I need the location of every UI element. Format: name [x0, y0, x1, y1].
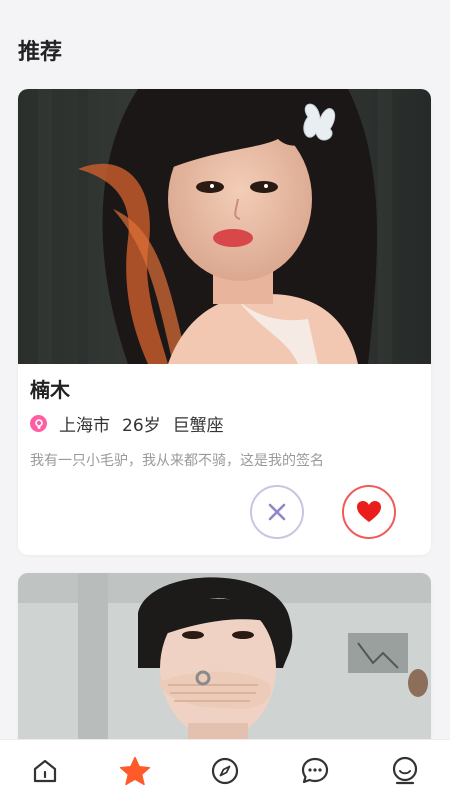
profile-card[interactable]: 楠木 上海市 26岁 巨蟹座 我有一只小毛驴，我从来都不骑，这是我的签名 [18, 89, 431, 555]
close-icon [268, 503, 286, 521]
heart-icon [357, 501, 381, 522]
profile-age: 26岁 [122, 416, 161, 436]
tab-discover[interactable] [195, 746, 255, 796]
tab-recommend[interactable] [105, 746, 165, 796]
star-icon [119, 756, 151, 785]
like-button[interactable] [342, 485, 396, 539]
profile-name: 楠木 [30, 378, 70, 402]
tab-home[interactable] [15, 746, 75, 796]
compass-icon [211, 757, 239, 784]
dislike-button[interactable] [250, 485, 304, 539]
profile-zodiac: 巨蟹座 [172, 416, 224, 436]
profile-photo[interactable] [18, 89, 431, 364]
portrait-woman-image [18, 89, 431, 364]
bottom-tab-bar [0, 739, 450, 800]
profile-signature: 我有一只小毛驴，我从来都不骑，这是我的签名 [30, 453, 324, 469]
home-icon [33, 759, 57, 782]
female-icon [30, 415, 47, 432]
profile-icon [392, 756, 418, 784]
card-actions [250, 485, 396, 539]
chat-icon [301, 757, 329, 783]
profile-city: 上海市 [59, 416, 110, 436]
tab-messages[interactable] [285, 746, 345, 796]
profile-meta: 上海市 26岁 巨蟹座 [30, 411, 419, 436]
tab-profile[interactable] [375, 746, 435, 796]
app-screen: 推荐 楠木 上海市 26岁 巨蟹座 我有一只小毛驴，我从来都不骑，这是我的签名 [0, 0, 450, 800]
page-title: 推荐 [18, 40, 63, 65]
